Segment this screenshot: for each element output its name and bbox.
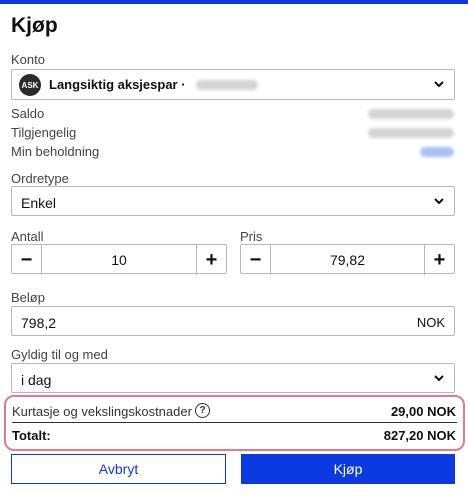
- price-stepper[interactable]: − 79,82 +: [240, 244, 455, 275]
- amount-label: Beløp: [11, 290, 45, 305]
- amount-input[interactable]: 798,2 NOK: [11, 306, 455, 336]
- saldo-label: Saldo: [11, 106, 45, 121]
- account-number-redacted: [196, 80, 258, 90]
- amount-currency: NOK: [416, 315, 445, 330]
- quantity-decrease-button[interactable]: −: [12, 245, 42, 275]
- price-increase-button[interactable]: +: [424, 245, 454, 275]
- price-decrease-button[interactable]: −: [241, 245, 271, 275]
- minus-icon: −: [20, 248, 33, 271]
- price-value[interactable]: 79,82: [271, 252, 424, 268]
- account-avatar: ASK: [19, 74, 41, 96]
- available-value-redacted: [368, 128, 454, 138]
- order-type-label: Ordretype: [11, 171, 69, 186]
- cancel-button[interactable]: Avbryt: [11, 454, 226, 484]
- account-label: Konto: [11, 52, 45, 67]
- fees-label: Kurtasje og vekslingskostnader: [12, 404, 192, 419]
- quantity-value[interactable]: 10: [42, 252, 196, 268]
- price-label: Pris: [240, 229, 263, 244]
- fees-value: 29,00 NOK: [390, 404, 456, 419]
- account-select[interactable]: ASK Langsiktig aksjespar ·: [11, 69, 455, 100]
- top-accent-bar: [0, 0, 468, 4]
- quantity-increase-button[interactable]: +: [196, 245, 226, 275]
- cancel-label: Avbryt: [98, 461, 139, 477]
- page-title: Kjøp: [11, 14, 58, 37]
- holding-link-redacted[interactable]: [420, 147, 454, 157]
- total-value: 827,20 NOK: [383, 428, 456, 443]
- help-icon[interactable]: ?: [195, 403, 210, 418]
- buy-label: Kjøp: [333, 461, 363, 477]
- order-type-value: Enkel: [21, 195, 57, 211]
- fees-divider: [12, 422, 457, 423]
- amount-value: 798,2: [21, 315, 57, 331]
- plus-icon: +: [433, 248, 446, 271]
- available-label: Tilgjengelig: [11, 125, 77, 140]
- validity-select[interactable]: i dag: [11, 363, 455, 393]
- buy-button[interactable]: Kjøp: [241, 454, 455, 484]
- quantity-stepper[interactable]: − 10 +: [11, 244, 227, 275]
- holding-label: Min beholdning: [11, 144, 100, 159]
- chevron-down-icon: [434, 81, 444, 88]
- chevron-down-icon: [434, 375, 444, 382]
- minus-icon: −: [249, 248, 262, 271]
- quantity-label: Antall: [11, 229, 44, 244]
- fees-summary: Kurtasje og vekslingskostnader ? 29,00 N…: [4, 395, 465, 451]
- saldo-value-redacted: [368, 109, 454, 119]
- chevron-down-icon: [434, 198, 444, 205]
- plus-icon: +: [205, 248, 218, 271]
- total-label: Totalt:: [12, 428, 51, 443]
- validity-label: Gyldig til og med: [11, 347, 108, 362]
- validity-value: i dag: [21, 372, 52, 388]
- account-name: Langsiktig aksjespar ·: [49, 77, 186, 92]
- order-type-select[interactable]: Enkel: [11, 186, 455, 216]
